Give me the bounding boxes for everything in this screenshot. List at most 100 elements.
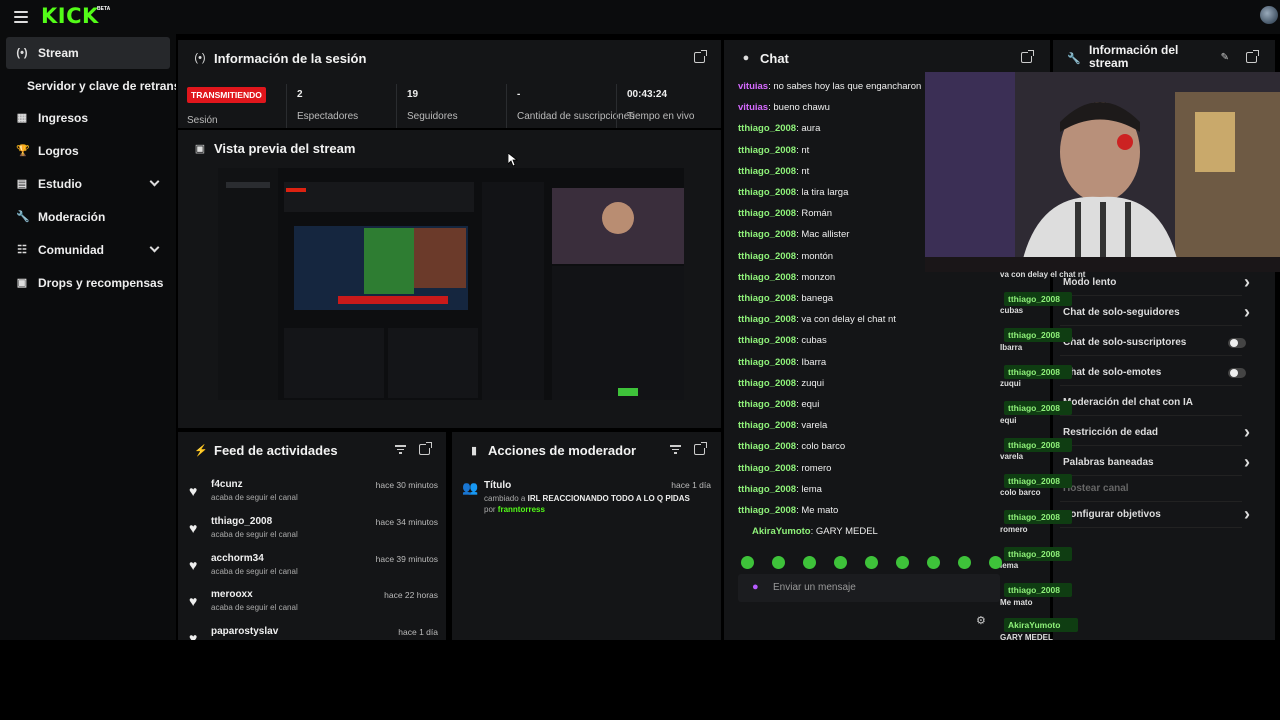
sidebar-item-estudio[interactable]: ▤ Estudio [6,168,170,200]
popout-icon[interactable] [419,442,432,455]
stream-setting-row[interactable]: Palabras baneadas › [1060,452,1250,476]
sidebar-item-stream[interactable]: (•) Stream [6,37,170,69]
pencil-icon[interactable]: ✎ [1221,52,1229,63]
overlay-chat-message: varela [1000,452,1024,461]
sidebar-item-logros[interactable]: 🏆 Logros [6,135,170,167]
list-item[interactable]: ♥ paparostyslav hace 1 día [178,626,446,640]
filter-icon[interactable] [670,445,681,454]
gear-icon[interactable]: ⚙ [976,614,986,627]
chat-username[interactable]: tthiago_2008 [738,335,796,346]
sidebar-item-drops[interactable]: ▣ Drops y recompensas [6,267,170,299]
filter-icon[interactable] [395,445,406,454]
stream-setting-row[interactable]: Restricción de edad › [1060,422,1250,446]
panel-header: ● Chat [724,40,1050,76]
overlay-chat-username: tthiago_2008 [1004,583,1072,598]
emote-icon[interactable] [989,556,1002,569]
overlay-chat-message: colo barco [1000,488,1041,498]
chat-username[interactable]: tthiago_2008 [738,505,796,516]
chat-username[interactable]: tthiago_2008 [738,166,796,177]
chat-input[interactable]: ● Enviar un mensaje [738,574,1000,602]
chat-username[interactable]: tthiago_2008 [738,441,796,452]
stream-setting-row[interactable]: Modo lento › [1060,272,1250,296]
chat-message: tthiago_2008: lema [738,483,822,495]
popout-icon[interactable] [1021,50,1034,63]
popout-icon[interactable] [694,50,707,63]
mod-action-by: por franntorress [484,505,545,514]
list-item[interactable]: ♥ tthiago_2008 acaba de seguir el canal … [178,516,446,552]
chat-message: tthiago_2008: va con delay el chat nt [738,314,896,326]
bars-icon: ▦ [16,112,28,124]
chat-username[interactable]: tthiago_2008 [738,293,796,304]
stream-setting-label: Hostear canal [1063,483,1129,494]
popout-icon[interactable] [1246,50,1259,63]
emote-icon[interactable] [958,556,971,569]
chat-username[interactable]: tthiago_2008 [738,208,796,219]
emote-icon[interactable] [772,556,785,569]
stream-setting-label: Configurar objetivos [1063,509,1161,520]
emote-icon[interactable] [865,556,878,569]
chat-username[interactable]: AkiraYumoto [752,526,811,537]
list-item[interactable]: ♥ acchorm34 acaba de seguir el canal hac… [178,553,446,589]
list-item[interactable]: ♥ f4cunz acaba de seguir el canal hace 3… [178,479,446,515]
preview-thumbnail [218,168,684,400]
chat-text: varela [801,420,828,432]
chat-username[interactable]: vituias [738,102,768,113]
chat-username[interactable]: tthiago_2008 [738,145,796,156]
menu-icon[interactable] [14,11,28,23]
user-avatar[interactable] [1260,6,1278,24]
chat-username[interactable]: tthiago_2008 [738,272,796,283]
toggle-switch[interactable] [1228,338,1246,348]
stream-setting-row[interactable]: Chat de solo-seguidores › [1060,302,1250,326]
sidebar-item-ingresos[interactable]: ▦ Ingresos [6,102,170,134]
list-item[interactable]: ♥ merooxx acaba de seguir el canal hace … [178,589,446,625]
emote-icon[interactable] [834,556,847,569]
emote-icon[interactable] [741,556,754,569]
popout-icon[interactable] [694,442,707,455]
chat-message: vituias: bueno chawu [738,102,830,114]
overlay-chat-message: romero [1000,524,1028,534]
chat-username[interactable]: tthiago_2008 [738,187,796,198]
chat-username[interactable]: tthiago_2008 [738,123,796,134]
stream-setting-row[interactable]: Chat de solo-emotes [1060,362,1246,386]
stream-setting-row[interactable]: Moderación del chat con IA [1060,392,1242,416]
stream-setting-row[interactable]: Hostear canal [1060,478,1242,502]
chat-username[interactable]: tthiago_2008 [738,314,796,325]
chat-username[interactable]: tthiago_2008 [738,484,796,495]
chat-message: tthiago_2008: varela [738,420,828,432]
sidebar-item-moderacion[interactable]: 🔧 Moderación [6,201,170,233]
heart-icon: ♥ [189,483,198,499]
stream-setting-row[interactable]: Configurar objetivos › [1060,504,1250,528]
emote-icon[interactable] [927,556,940,569]
overlay-chat-username: tthiago_2008 [1004,546,1072,561]
sidebar-item-comunidad[interactable]: ☷ Comunidad [6,234,170,266]
stat-live-time: 00:43:24 Tiempo en vivo [616,84,721,128]
chat-username[interactable]: tthiago_2008 [738,357,796,368]
microphone-icon[interactable]: ● [752,581,759,593]
emote-icon[interactable] [803,556,816,569]
bolt-icon: ⚡ [194,444,208,457]
chat-username[interactable]: vituias [738,81,768,92]
trophy-icon: 🏆 [16,145,30,157]
session-info-panel: (•) Información de la sesión TRANSMITIEN… [178,40,721,128]
live-badge: TRANSMITIENDO [187,87,266,103]
drops-icon: ▣ [16,277,28,289]
chat-username[interactable]: tthiago_2008 [738,399,796,410]
panel-title: Acciones de moderador [488,442,637,458]
mod-action-type: Título [484,480,512,491]
kick-logo[interactable]: KICK [41,4,99,28]
chat-username[interactable]: tthiago_2008 [738,378,796,389]
chat-message: vituias: no sabes hoy las que engancharo… [738,81,922,92]
toggle-switch[interactable] [1228,368,1246,378]
chat-username[interactable]: tthiago_2008 [738,463,796,474]
chat-username[interactable]: tthiago_2008 [738,229,796,240]
stream-preview-video[interactable] [218,168,684,400]
stream-setting-row[interactable]: Chat de solo-suscriptores [1060,332,1246,356]
chat-text: monzon [801,271,836,283]
chat-username[interactable]: tthiago_2008 [738,420,796,431]
emote-icon[interactable] [896,556,909,569]
chat-text: zuqui [801,377,825,389]
webcam-image [925,72,1280,272]
clipboard-icon: ▮ [470,444,478,457]
sidebar-item-server-key[interactable]: Servidor y clave de retransmisión [27,79,176,93]
chat-username[interactable]: tthiago_2008 [738,251,796,262]
